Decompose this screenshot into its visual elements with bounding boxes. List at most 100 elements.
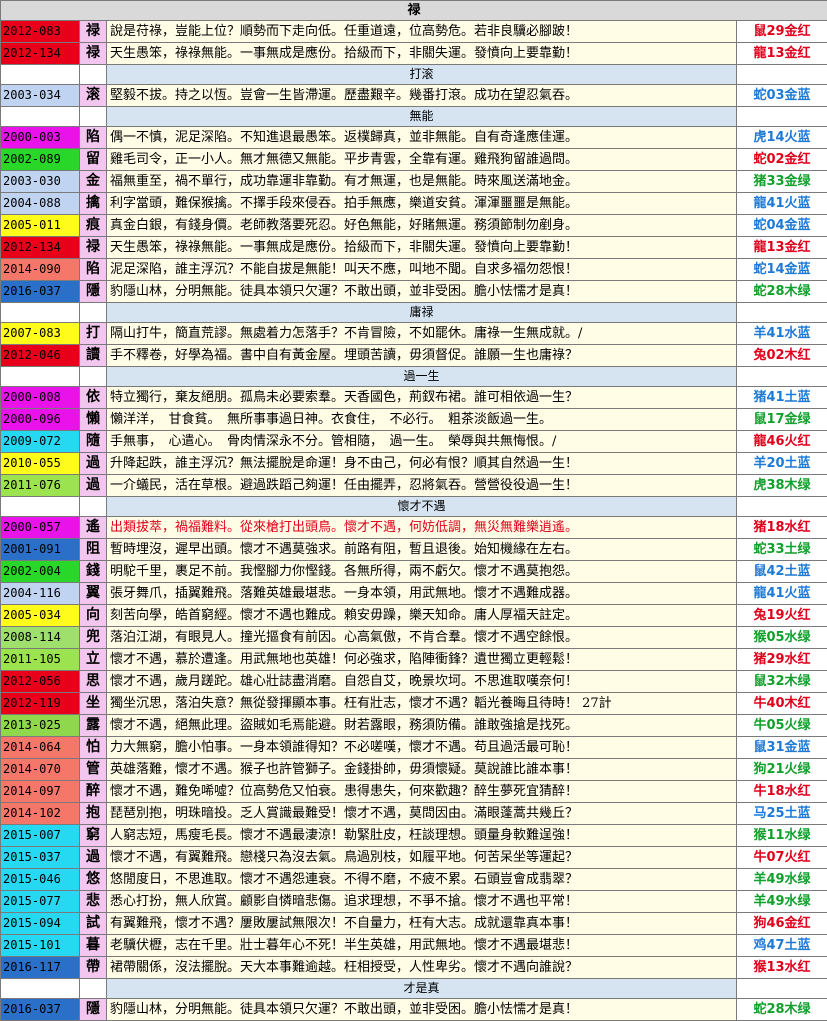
year-code: 2016-037 bbox=[1, 281, 80, 303]
section-spacer bbox=[1, 303, 80, 323]
zodiac-number: 猪18水红 bbox=[737, 517, 827, 539]
zodiac-number: 鼠31金蓝 bbox=[737, 737, 827, 759]
year-code: 2007-083 bbox=[1, 323, 80, 345]
verse-text: 雞毛司令，正一小人。無才無德又無能。平步青雲，全靠有運。雞飛狗留誰過問。 bbox=[107, 149, 737, 171]
section-spacer bbox=[737, 979, 827, 999]
year-code: 2012-083 bbox=[1, 21, 80, 43]
verse-text: 特立獨行，棄友絕朋。孤鳥未必要索羣。天香國色，荊釵布裙。誰可相依過一生？ bbox=[107, 387, 737, 409]
key-character: 打 bbox=[80, 323, 107, 345]
verse-text: 懷才不遇，歲月蹉跎。雄心壯誌盡消磨。自怨自艾，晚景坎坷。不思進取嘆奈何！ bbox=[107, 671, 737, 693]
key-character: 醉 bbox=[80, 781, 107, 803]
key-character: 留 bbox=[80, 149, 107, 171]
table-row: 2000-008依特立獨行，棄友絕朋。孤鳥未必要索羣。天香國色，荊釵布裙。誰可相… bbox=[1, 387, 827, 409]
table-row: 2007-083打隔山打牛，簡直荒謬。無處着力怎落手？不肯冒險，不如罷休。庸祿一… bbox=[1, 323, 827, 345]
zodiac-number: 鼠17金绿 bbox=[737, 409, 827, 431]
year-code: 2014-064 bbox=[1, 737, 80, 759]
key-character: 兜 bbox=[80, 627, 107, 649]
key-character: 思 bbox=[80, 671, 107, 693]
zodiac-number: 猴11水绿 bbox=[737, 825, 827, 847]
section-header-row: 庸禄 bbox=[1, 303, 827, 323]
year-code: 2015-037 bbox=[1, 847, 80, 869]
verse-text: 懷才不遇，有翼難飛。戀棧只為沒去氣。鳥過別枝，如履平地。何苦呆坐等運起？ bbox=[107, 847, 737, 869]
verse-text: 一介蟻民，活在草根。避過跌蹈己夠運！任由擺弄，忍將氣吞。營營役役過一生！ bbox=[107, 475, 737, 497]
year-code: 2003-034 bbox=[1, 85, 80, 107]
year-code: 2012-119 bbox=[1, 693, 80, 715]
section-spacer bbox=[80, 367, 107, 387]
year-code: 2005-011 bbox=[1, 215, 80, 237]
year-code: 2014-097 bbox=[1, 781, 80, 803]
table-row: 2001-091阻暫時埋沒，遲早出頭。懷才不遇莫強求。前路有阻，暫且退後。始知機… bbox=[1, 539, 827, 561]
table-row: 2010-055過升降起跌，誰主浮沉？無法擺脫是命運！身不由己，何必有恨？順其自… bbox=[1, 453, 827, 475]
verse-text: 老驥伏櫪，志在千里。壯士暮年心不死！半生英雄，用武無地。懷才不遇最堪悲！ bbox=[107, 935, 737, 957]
zodiac-number: 龍13金红 bbox=[737, 43, 827, 65]
zodiac-number: 猴05水绿 bbox=[737, 627, 827, 649]
table-row: 2003-034滚堅毅不拔。持之以恆。豈會一生皆滯運。歷盡艱辛。幾番打滾。成功在… bbox=[1, 85, 827, 107]
zodiac-number: 狗21火绿 bbox=[737, 759, 827, 781]
table-title-row: 禄 bbox=[1, 1, 827, 21]
key-character: 怕 bbox=[80, 737, 107, 759]
table-row: 2012-056思懷才不遇，歲月蹉跎。雄心壯誌盡消磨。自怨自艾，晚景坎坷。不思進… bbox=[1, 671, 827, 693]
verse-text: 懷才不遇，難免唏噓？位高勢危又怕衰。患得患失，何來歡趣？醉生夢死宜猜醉！ bbox=[107, 781, 737, 803]
verse-text: 出類拔萃，禍福難料。從來槍打出頭鳥。懷才不遇，何妨低調，無災無難樂逍遙。 bbox=[107, 517, 737, 539]
key-character: 遙 bbox=[80, 517, 107, 539]
zodiac-number: 蛇04金蓝 bbox=[737, 215, 827, 237]
section-spacer bbox=[80, 979, 107, 999]
table-row: 2013-025露懷才不遇，絕無此理。盜賊如毛焉能避。財若露眼，務須防備。誰敢強… bbox=[1, 715, 827, 737]
verse-text: 升降起跌，誰主浮沉？無法擺脫是命運！身不由己，何必有恨？順其自然過一生！ bbox=[107, 453, 737, 475]
year-code: 2016-117 bbox=[1, 957, 80, 979]
year-code: 2012-134 bbox=[1, 237, 80, 259]
key-character: 帶 bbox=[80, 957, 107, 979]
verse-text: 天生愚笨，祿祿無能。一事無成是應份。拾級而下，非關失運。發憤向上要靠勤！ bbox=[107, 237, 737, 259]
key-character: 禄 bbox=[80, 43, 107, 65]
verse-text: 懷才不遇，絕無此理。盜賊如毛焉能避。財若露眼，務須防備。誰敢強搶是找死。 bbox=[107, 715, 737, 737]
key-character: 露 bbox=[80, 715, 107, 737]
key-character: 痕 bbox=[80, 215, 107, 237]
verse-text: 泥足深陷，誰主浮沉？不能自拔是無能！叫天不應，叫地不聞。自求多福勿怨恨！ bbox=[107, 259, 737, 281]
year-code: 2012-056 bbox=[1, 671, 80, 693]
key-character: 禄 bbox=[80, 237, 107, 259]
section-title: 無能 bbox=[107, 107, 737, 127]
verse-text: 說是苻祿，豈能上位？順勢而下走向低。任重道遠，位高勢危。若非良驥必腳跛！ bbox=[107, 21, 737, 43]
section-spacer bbox=[737, 107, 827, 127]
table-row: 2004-116翼張牙舞爪，插翼難飛。落難英雄最堪悲。一身本領，用武無地。懷才不… bbox=[1, 583, 827, 605]
verse-text: 天生愚笨，祿祿無能。一事無成是應份。拾級而下，非關失運。發憤向上要靠勤！ bbox=[107, 43, 737, 65]
table-row: 2015-046悠悠閒度日，不思進取。懷才不遇怨連衰。不得不磨，不疲不累。石頭豈… bbox=[1, 869, 827, 891]
table-row: 2011-105立懷才不遇，慕於遭逢。用武無地也英雄！何必強求，陷陣衝鋒？遺世獨… bbox=[1, 649, 827, 671]
key-character: 陷 bbox=[80, 259, 107, 281]
key-character: 暮 bbox=[80, 935, 107, 957]
table-title: 禄 bbox=[1, 1, 827, 21]
key-character: 讀 bbox=[80, 345, 107, 367]
verse-text: 悉心打扮，無人欣賞。顧影自憐暗悲傷。追求理想，不爭不搶。懷才不遇也平常！ bbox=[107, 891, 737, 913]
table-row: 2015-037過懷才不遇，有翼難飛。戀棧只為沒去氣。鳥過別枝，如履平地。何苦呆… bbox=[1, 847, 827, 869]
zodiac-number: 羊20土蓝 bbox=[737, 453, 827, 475]
key-character: 抱 bbox=[80, 803, 107, 825]
year-code: 2004-116 bbox=[1, 583, 80, 605]
zodiac-number: 牛07火红 bbox=[737, 847, 827, 869]
verse-text: 懶洋洋， 甘食貧。 無所事事過日神。衣食住， 不必行。 粗茶淡飯過一生。 bbox=[107, 409, 737, 431]
section-spacer bbox=[80, 107, 107, 127]
verse-text: 隔山打牛，簡直荒謬。無處着力怎落手？不肯冒險，不如罷休。庸祿一生無成就。/ bbox=[107, 323, 737, 345]
key-character: 懶 bbox=[80, 409, 107, 431]
verse-text: 暫時埋沒，遲早出頭。懷才不遇莫強求。前路有阻，暫且退後。始知機緣在左右。 bbox=[107, 539, 737, 561]
key-character: 隱 bbox=[80, 999, 107, 1021]
year-code: 2012-046 bbox=[1, 345, 80, 367]
zodiac-number: 蛇28木绿 bbox=[737, 281, 827, 303]
key-character: 立 bbox=[80, 649, 107, 671]
section-spacer bbox=[80, 497, 107, 517]
section-title: 過一生 bbox=[107, 367, 737, 387]
section-header-row: 打滚 bbox=[1, 65, 827, 85]
key-character: 過 bbox=[80, 475, 107, 497]
year-code: 2000-003 bbox=[1, 127, 80, 149]
key-character: 悲 bbox=[80, 891, 107, 913]
table-row: 2012-134禄天生愚笨，祿祿無能。一事無成是應份。拾級而下，非關失運。發憤向… bbox=[1, 43, 827, 65]
zodiac-number: 猪41土蓝 bbox=[737, 387, 827, 409]
table-row: 2012-134禄天生愚笨，祿祿無能。一事無成是應份。拾級而下，非關失運。發憤向… bbox=[1, 237, 827, 259]
section-spacer bbox=[1, 65, 80, 85]
verse-text: 真金白銀，有錢身價。老師教落要死忍。好色無能，好賭無運。務須節制勿剷身。 bbox=[107, 215, 737, 237]
section-header-row: 無能 bbox=[1, 107, 827, 127]
year-code: 2001-091 bbox=[1, 539, 80, 561]
key-character: 向 bbox=[80, 605, 107, 627]
year-code: 2002-004 bbox=[1, 561, 80, 583]
zodiac-number: 鼠29金红 bbox=[737, 21, 827, 43]
zodiac-number: 狗46金红 bbox=[737, 913, 827, 935]
